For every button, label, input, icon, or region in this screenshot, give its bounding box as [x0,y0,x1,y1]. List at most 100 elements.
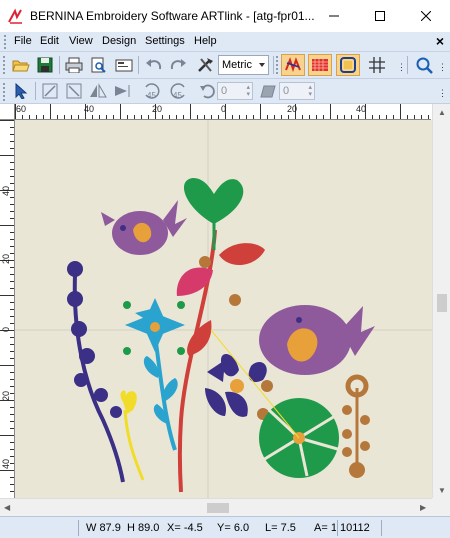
undo-button[interactable] [142,54,166,76]
ruler-label: 40 [356,104,367,114]
horizontal-scrollbar[interactable]: ◀ ▶ [0,498,432,516]
green-leaf-motif[interactable] [259,398,342,478]
scroll-up-icon[interactable]: ▲ [438,108,446,117]
navy-stem-motif[interactable] [67,261,125,483]
hoop-tools-button[interactable] [194,54,218,76]
print-preview-button[interactable] [86,54,110,76]
ruler-label: 20 [152,104,163,114]
ruler-label: 60 [16,104,27,114]
ruler-label: 0 [1,326,11,332]
status-length: L= 7.5 [265,522,296,534]
minimize-icon [329,15,339,17]
horizontal-scroll-thumb[interactable] [207,503,229,513]
mirror-horizontal-icon [42,83,58,99]
toolbar-grip [3,56,6,74]
bernina-app-icon [7,8,24,25]
teal-flower-motif[interactable] [123,298,185,451]
chevron-down-icon [259,63,265,67]
ruler-corner [0,104,15,120]
skew-angle-input[interactable]: 0 ▴ ▾ [279,82,315,100]
scroll-down-icon[interactable]: ▼ [438,486,446,495]
toolbar2-overflow-icon[interactable]: ⋮ [438,88,447,99]
save-icon [37,57,53,73]
show-hoop-icon [340,57,356,73]
toolbar-overflow-icon[interactable]: ⋮ [397,62,406,73]
title-bar: BERNINA Embroidery Software ARTlink - [a… [0,0,450,32]
print-button[interactable] [62,54,86,76]
menu-bar: File Edit View Design Settings Help × [0,32,450,52]
transform-toolbar: 45 45 0 ▴ ▾ 0 ▴ ▾ ⋮ [0,79,450,104]
minimize-button[interactable] [311,0,357,32]
yellow-heart-motif[interactable] [120,390,145,481]
window-title: BERNINA Embroidery Software ARTlink - [a… [30,9,315,23]
skew-button[interactable] [256,80,280,102]
menu-help[interactable]: Help [194,35,217,47]
select-button[interactable] [9,80,33,102]
toolbar-overflow-icon-2[interactable]: ⋮ [438,62,447,73]
maximize-icon [375,11,385,21]
rotate-angle-input[interactable]: 0 ▴ ▾ [217,82,253,100]
embroidery-design[interactable] [15,120,432,498]
open-button[interactable] [9,54,33,76]
unit-select[interactable]: Metric [218,55,269,75]
vertical-scrollbar[interactable]: ▲ ▼ [432,104,450,498]
spin-arrows-icon-2[interactable]: ▴ ▾ [308,84,312,98]
status-height: H 89.0 [127,522,160,534]
zoom-icon [416,57,433,74]
scroll-right-icon[interactable]: ▶ [420,503,426,512]
rotate-angle-value: 0 [221,85,228,97]
menu-edit[interactable]: Edit [40,35,59,47]
brown-vine-motif[interactable] [342,374,370,478]
svg-text:45: 45 [173,91,182,100]
spin-arrows-icon[interactable]: ▴ ▾ [246,84,250,98]
flip-right-button[interactable] [110,80,134,102]
menu-design[interactable]: Design [102,35,136,47]
horizontal-ruler: 60 40 20 0 20 40 [15,104,431,120]
rotate-45-right-button[interactable]: 45 [166,80,190,102]
small-bird-motif[interactable] [101,200,187,255]
menu-view[interactable]: View [69,35,93,47]
zoom-button[interactable] [412,54,436,76]
menubar-grip [4,35,7,49]
show-hoop-button[interactable] [336,54,360,76]
scroll-left-icon[interactable]: ◀ [4,503,10,512]
status-stitch-count: 10112 [340,522,370,534]
menu-settings[interactable]: Settings [145,35,185,47]
ruler-label: 0 [221,104,227,114]
status-x: X= -4.5 [167,522,203,534]
export-card-icon [115,59,133,72]
design-canvas[interactable] [15,120,432,498]
vertical-scroll-thumb[interactable] [437,294,447,312]
skew-angle-value: 0 [283,85,290,97]
flip-left-button[interactable] [86,80,110,102]
print-icon [65,57,83,73]
mirror-horizontal-button[interactable] [38,80,62,102]
print-preview-icon [91,57,106,73]
green-heart-motif[interactable] [183,178,244,250]
save-button[interactable] [33,54,57,76]
show-fills-button[interactable] [308,54,332,76]
unit-select-value: Metric [222,59,252,71]
maximize-button[interactable] [357,0,403,32]
show-stitches-button[interactable] [281,54,305,76]
grid-button[interactable] [365,54,389,76]
scroll-corner [432,498,450,516]
menu-file[interactable]: File [14,35,32,47]
document-close-button[interactable]: × [436,33,444,49]
flip-right-icon [115,85,130,97]
show-fills-icon [312,59,328,71]
vertical-ruler: 40 20 0 20 40 [0,120,15,498]
close-icon [421,11,431,21]
redo-button[interactable] [166,54,190,76]
status-bar: W 87.9 H 89.0 X= -4.5 Y= 6.0 L= 7.5 A= 1… [0,516,450,538]
large-bird-motif[interactable] [259,305,375,375]
select-arrow-icon [15,83,28,99]
skew-icon [260,85,276,98]
svg-text:45: 45 [147,91,156,100]
ruler-label: 40 [1,458,11,469]
close-button[interactable] [403,0,449,32]
export-card-button[interactable] [112,54,136,76]
red-stem-motif[interactable] [176,229,265,493]
mirror-vertical-button[interactable] [62,80,86,102]
rotate-45-left-button[interactable]: 45 [140,80,164,102]
